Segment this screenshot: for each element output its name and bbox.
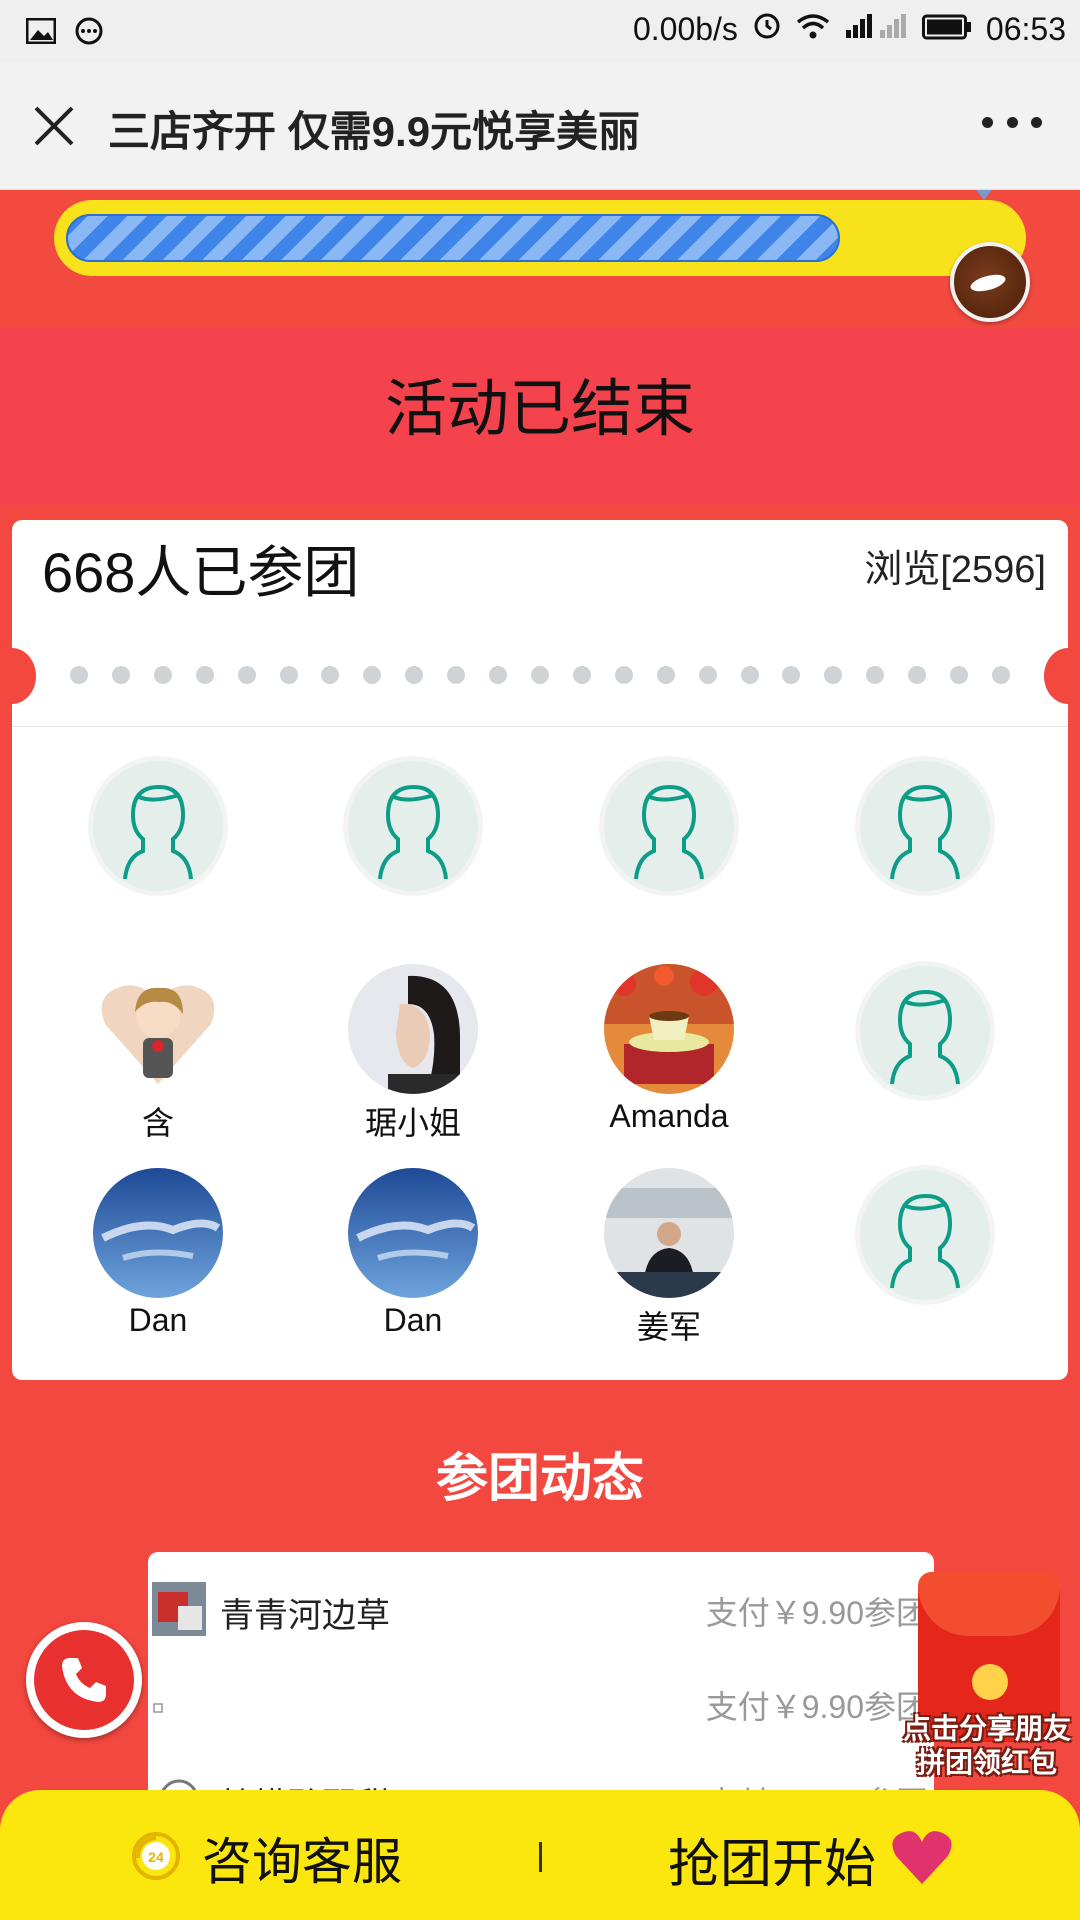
progress-marker-icon bbox=[976, 190, 992, 200]
progress-knob-icon bbox=[950, 242, 1030, 322]
start-group-button[interactable]: 抢团开始 bbox=[668, 1822, 954, 1897]
member-avatar-man bbox=[604, 1168, 734, 1298]
empty-avatar-icon bbox=[860, 761, 990, 891]
clock: 06:53 bbox=[985, 10, 1066, 47]
consult-label: 咨询客服 bbox=[202, 1834, 402, 1890]
joined-count: 668人已参团 bbox=[42, 541, 360, 604]
empty-avatar-icon bbox=[860, 966, 990, 1096]
status-bar: 0.00b/s 06:53 bbox=[0, 0, 1080, 62]
feed-avatar bbox=[152, 1582, 206, 1636]
phone-icon bbox=[34, 1630, 134, 1730]
member-name: 含 bbox=[141, 1105, 174, 1141]
member-name: Dan bbox=[383, 1302, 443, 1338]
member-avatar-sky bbox=[348, 1168, 478, 1298]
signal-icon bbox=[844, 11, 908, 48]
activity-ended-text: 活动已结束 bbox=[384, 375, 695, 444]
member-avatar-woman bbox=[348, 964, 478, 1094]
view-count: 浏览[2596] bbox=[864, 549, 1046, 591]
call-button[interactable] bbox=[26, 1622, 142, 1738]
list-item: 支付￥9.90参团 bbox=[148, 1670, 934, 1730]
progress-fill bbox=[66, 214, 840, 262]
red-packet-label[interactable]: 点击分享朋友拼团领红包 bbox=[894, 1712, 1080, 1780]
svg-text:24: 24 bbox=[148, 1849, 164, 1865]
headset-24h-icon: 24 bbox=[128, 1828, 184, 1889]
bottom-divider bbox=[539, 1842, 542, 1872]
network-speed: 0.00b/s bbox=[632, 10, 738, 47]
image-icon bbox=[25, 17, 57, 49]
feed-user-name: 青青河边草 bbox=[220, 1597, 390, 1635]
more-icon[interactable] bbox=[982, 112, 1042, 132]
coin-icon bbox=[972, 1664, 1008, 1700]
consult-service-button[interactable]: 24 咨询客服 bbox=[128, 1822, 402, 1894]
member-avatar-sky bbox=[93, 1168, 223, 1298]
empty-avatar-icon bbox=[93, 761, 223, 891]
member-avatar-teacup bbox=[604, 964, 734, 1094]
close-icon[interactable] bbox=[28, 100, 80, 152]
wifi-icon bbox=[796, 11, 830, 48]
page-title: 三店齐开 仅需9.9元悦享美丽 bbox=[108, 108, 641, 155]
heart-icon bbox=[890, 1828, 954, 1891]
empty-avatar-icon bbox=[860, 1170, 990, 1300]
battery-icon bbox=[921, 11, 972, 48]
card-divider bbox=[12, 726, 1068, 727]
feed-avatar bbox=[152, 1676, 206, 1730]
feed-payment: 支付￥9.90参团 bbox=[705, 1595, 928, 1631]
title-bar: 三店齐开 仅需9.9元悦享美丽 bbox=[0, 62, 1080, 190]
member-name: Dan bbox=[128, 1302, 188, 1338]
start-label: 抢团开始 bbox=[668, 1836, 877, 1894]
alarm-icon bbox=[752, 10, 782, 48]
red-packet-flap bbox=[918, 1572, 1060, 1636]
member-name: 姜军 bbox=[636, 1309, 701, 1345]
member-name: 琚小姐 bbox=[364, 1105, 461, 1141]
ticket-perforation bbox=[70, 666, 1010, 686]
empty-avatar-icon bbox=[348, 761, 478, 891]
member-avatar-cartoon bbox=[93, 964, 223, 1094]
feed-title: 参团动态 bbox=[435, 1450, 644, 1508]
empty-avatar-icon bbox=[604, 761, 734, 891]
chat-icon bbox=[74, 16, 104, 51]
list-item: 青青河边草 支付￥9.90参团 bbox=[148, 1576, 934, 1636]
member-name: Amanda bbox=[609, 1098, 729, 1134]
